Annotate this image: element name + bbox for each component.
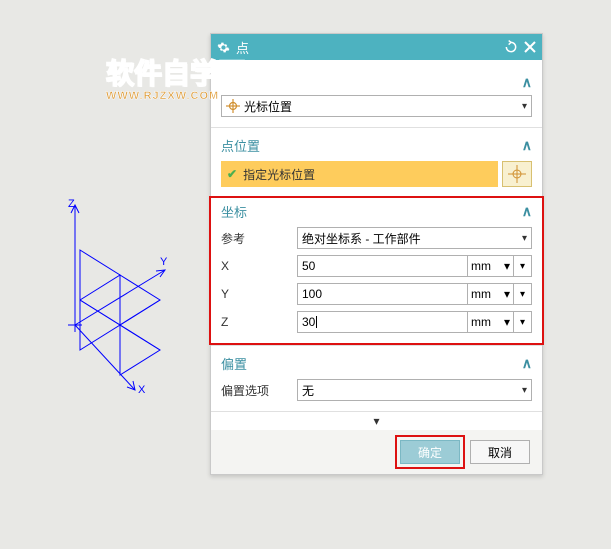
y-extra-dropdown[interactable]: ▾ bbox=[514, 283, 532, 305]
offset-option-value: 无 bbox=[302, 382, 314, 399]
chevron-down-icon: ▾ bbox=[522, 233, 527, 244]
point-type-value: 光标位置 bbox=[244, 98, 292, 115]
section-type: ∧ 光标位置 ▾ bbox=[211, 60, 542, 128]
highlight-box-ok: 确定 bbox=[395, 435, 465, 469]
point-location-heading: 点位置 bbox=[221, 136, 260, 155]
z-extra-dropdown[interactable]: ▾ bbox=[514, 311, 532, 333]
reference-value: 绝对坐标系 - 工作部件 bbox=[302, 230, 421, 247]
crosshair-icon bbox=[508, 165, 526, 183]
chevron-up-icon: ∧ bbox=[522, 137, 532, 154]
check-icon: ✔ bbox=[227, 167, 237, 181]
section-offset: 偏置 ∧ 偏置选项 无 ▾ bbox=[211, 346, 542, 411]
dialog-title: 点 bbox=[236, 38, 498, 57]
chevron-up-icon[interactable]: ∧ bbox=[522, 74, 532, 91]
y-label: Y bbox=[221, 287, 291, 301]
point-location-header[interactable]: 点位置 ∧ bbox=[221, 134, 532, 161]
x-unit-dropdown[interactable]: mm▾ bbox=[468, 255, 514, 277]
chevron-up-icon: ∧ bbox=[522, 355, 532, 372]
z-label: Z bbox=[221, 315, 291, 329]
coordinates-heading: 坐标 bbox=[221, 202, 247, 221]
cursor-point-icon bbox=[226, 99, 240, 113]
text-caret bbox=[316, 316, 317, 328]
offset-option-dropdown[interactable]: 无 ▾ bbox=[297, 379, 532, 401]
coordinates-header[interactable]: 坐标 ∧ bbox=[221, 200, 532, 227]
z-unit-dropdown[interactable]: mm▾ bbox=[468, 311, 514, 333]
specify-cursor-label: 指定光标位置 bbox=[243, 166, 315, 183]
ok-button[interactable]: 确定 bbox=[400, 440, 460, 464]
chevron-up-icon: ∧ bbox=[522, 203, 532, 220]
svg-text:Y: Y bbox=[160, 256, 168, 268]
close-icon[interactable] bbox=[524, 41, 536, 53]
z-input[interactable]: 30 bbox=[297, 311, 468, 333]
point-dialog: 点 ∧ 光标位置 ▾ 点位置 ∧ bbox=[210, 33, 543, 475]
coordinate-axis-sketch: Z Y X bbox=[40, 195, 210, 395]
cursor-position-button[interactable] bbox=[502, 161, 532, 187]
specify-cursor-position[interactable]: ✔ 指定光标位置 bbox=[221, 161, 498, 187]
section-coordinates: 坐标 ∧ 参考 绝对坐标系 - 工作部件 ▾ X 50 mm▾ ▾ Y bbox=[211, 196, 542, 346]
svg-text:Z: Z bbox=[68, 198, 75, 210]
x-extra-dropdown[interactable]: ▾ bbox=[514, 255, 532, 277]
reset-icon[interactable] bbox=[504, 40, 518, 54]
cancel-button[interactable]: 取消 bbox=[470, 440, 530, 464]
reference-label: 参考 bbox=[221, 230, 291, 247]
titlebar: 点 bbox=[211, 34, 542, 60]
svg-text:X: X bbox=[138, 384, 146, 395]
chevron-down-icon: ▾ bbox=[373, 414, 379, 428]
collapse-toggle[interactable]: ▾ bbox=[211, 411, 542, 430]
button-row: 确定 取消 bbox=[211, 430, 542, 474]
section-point-location: 点位置 ∧ ✔ 指定光标位置 bbox=[211, 128, 542, 198]
offset-heading: 偏置 bbox=[221, 354, 247, 373]
highlight-box-coordinates: 坐标 ∧ 参考 绝对坐标系 - 工作部件 ▾ X 50 mm▾ ▾ Y bbox=[209, 196, 544, 345]
x-label: X bbox=[221, 259, 291, 273]
gear-icon[interactable] bbox=[217, 41, 230, 54]
offset-header[interactable]: 偏置 ∧ bbox=[221, 352, 532, 379]
y-input[interactable]: 100 bbox=[297, 283, 468, 305]
offset-option-label: 偏置选项 bbox=[221, 382, 291, 399]
watermark-url: WWW.RJZXW.COM bbox=[106, 90, 219, 102]
reference-dropdown[interactable]: 绝对坐标系 - 工作部件 ▾ bbox=[297, 227, 532, 249]
point-type-dropdown[interactable]: 光标位置 ▾ bbox=[221, 95, 532, 117]
chevron-down-icon: ▾ bbox=[522, 385, 527, 396]
chevron-down-icon: ▾ bbox=[522, 101, 527, 112]
x-input[interactable]: 50 bbox=[297, 255, 468, 277]
y-unit-dropdown[interactable]: mm▾ bbox=[468, 283, 514, 305]
